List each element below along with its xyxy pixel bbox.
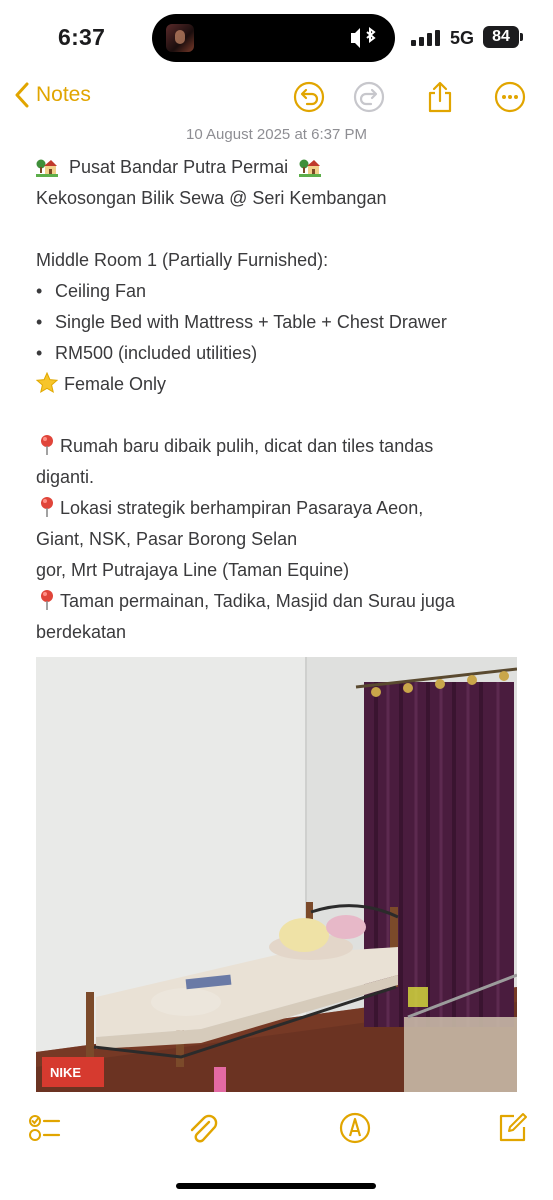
note-date: 10 August 2025 at 6:37 PM [186,126,367,143]
bluetooth-icon [351,27,376,48]
back-label: Notes [36,83,91,106]
note-body[interactable]: Pusat Bandar Putra Permai Kekosongan Bil… [36,152,536,648]
shoe-box-label: NIKE [50,1065,81,1080]
pin-text: Rumah baru dibaik pulih, dicat dan tiles… [60,436,434,456]
note-title-line: Pusat Bandar Putra Permai [36,152,536,183]
pin-text-continued: gor, Mrt Putrajaya Line (Taman Equine) [36,560,350,580]
pin-text-continued: berdekatan [36,622,127,642]
pin-text-continued: diganti. [36,467,95,487]
pin-line: Taman permainan, Tadika, Masjid dan Sura… [36,586,536,617]
status-time: 6:37 [58,24,106,50]
note-subtitle: Kekosongan Bilik Sewa @ Seri Kembangan [36,188,387,208]
share-icon[interactable] [423,80,457,114]
cellular-signal-icon [411,30,440,46]
pin-text: Taman permainan, Tadika, Masjid dan Sura… [60,591,455,611]
female-only-line: Female Only [36,369,536,400]
list-item-text: RM500 (included utilities) [55,343,258,363]
dynamic-island[interactable] [152,14,395,62]
round-pushpin-icon [41,435,53,455]
markup-icon[interactable] [337,1110,373,1146]
female-only-text: Female Only [64,374,167,394]
room-photo-illustration: NIKE [36,657,517,1092]
back-button[interactable]: Notes [14,82,91,108]
list-item-text: Single Bed with Mattress + Table + Chest… [55,312,447,332]
room-heading: Middle Room 1 (Partially Furnished): [36,250,329,270]
note-navbar: Notes [0,74,553,122]
pin-text: Lokasi strategik berhampiran Pasaraya Ae… [60,498,424,518]
battery-indicator: 84 [483,26,523,48]
star-icon [36,372,58,394]
redo-icon[interactable] [352,80,386,114]
list-item-text: Ceiling Fan [55,281,147,301]
pin-text-continued: Giant, NSK, Pasar Borong Selan [36,529,298,549]
pin-line: Lokasi strategik berhampiran Pasaraya Ae… [36,493,536,524]
home-indicator[interactable] [176,1183,376,1189]
pin-line: Rumah baru dibaik pulih, dicat dan tiles… [36,431,536,462]
list-item: • Ceiling Fan [36,276,536,307]
compose-icon[interactable] [494,1110,530,1146]
now-playing-thumbnail[interactable] [166,24,194,52]
list-item: • RM500 (included utilities) [36,338,536,369]
list-item: • Single Bed with Mattress + Table + Ches… [36,307,536,338]
round-pushpin-icon [41,590,53,610]
note-title: Pusat Bandar Putra Permai [69,157,289,177]
round-pushpin-icon [41,497,53,517]
house-with-garden-icon [36,159,58,177]
undo-icon[interactable] [292,80,326,114]
more-icon[interactable] [493,80,527,114]
checklist-icon[interactable] [26,1110,62,1146]
chevron-left-icon [15,82,29,108]
attachment-icon[interactable] [184,1110,220,1146]
room-photo[interactable]: NIKE [36,657,517,1092]
network-type: 5G [450,28,475,48]
status-bar: 6:37 5G 84 [0,0,553,74]
house-with-garden-icon [299,159,322,177]
